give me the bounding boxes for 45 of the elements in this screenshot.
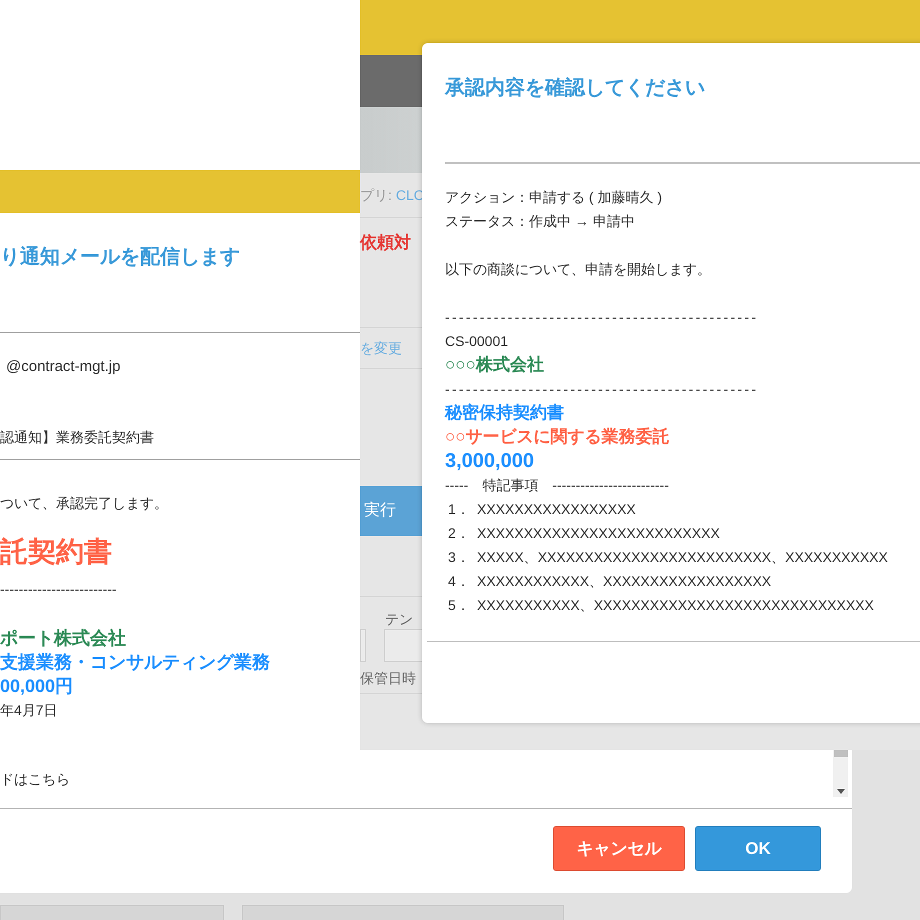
scroll-down-icon[interactable]: [836, 789, 844, 794]
service-name: ○○サービスに関する業務委託: [445, 426, 671, 448]
separator-text: ---------------------------------------------: [445, 380, 760, 399]
service-name: 支援業務・コンサルティング業務: [0, 651, 271, 674]
document-title: 託契約書: [0, 535, 113, 569]
change-link[interactable]: を変更: [360, 338, 402, 358]
scrollbar[interactable]: [833, 750, 848, 797]
dialog-title: 承認内容を確認してください: [445, 76, 706, 101]
message-text: 以下の商談について、申請を開始します。: [445, 260, 712, 279]
separator-text: ---------------------------------------------: [445, 308, 760, 327]
case-id: CS-00001: [445, 332, 510, 351]
cancel-button[interactable]: キャンセル: [553, 826, 685, 871]
input-field[interactable]: [384, 629, 424, 662]
template-label: テン: [385, 610, 413, 629]
item-number: 5．: [448, 596, 471, 615]
dialog-title: り通知メールを配信します: [0, 245, 241, 269]
input-field[interactable]: [360, 629, 366, 662]
separator-text: -------------------------: [0, 580, 118, 599]
link-text: ドはこちら: [0, 770, 71, 789]
scroll-thumb[interactable]: [834, 750, 848, 757]
note-item: XXXXXXXXXXXXXXXXXXXXXXXXXX: [477, 524, 720, 543]
item-number: 1．: [448, 500, 471, 519]
document-name: 秘密保持契約書: [445, 402, 565, 424]
company-name: ポート株式会社: [0, 627, 127, 650]
note-item: XXXXXXXXXXX、XXXXXXXXXXXXXXXXXXXXXXXXXXXXXX: [477, 596, 874, 615]
contract-date: 年4月7日: [0, 701, 59, 720]
sender-address: @contract-mgt.jp: [5, 357, 122, 377]
note-item: XXXXXXXXXXXX、XXXXXXXXXXXXXXXXXX: [477, 572, 772, 591]
section-heading: 依頼対: [360, 232, 412, 254]
mail-subject: 認通知】業務委託契約書: [0, 428, 155, 447]
contract-amount: 00,000円: [0, 675, 74, 698]
item-number: 3．: [448, 548, 471, 567]
note-item: XXXXXXXXXXXXXXXXX: [477, 500, 636, 519]
item-number: 4．: [448, 572, 471, 591]
company-name: ○○○株式会社: [445, 354, 545, 376]
ok-button[interactable]: OK: [695, 826, 821, 871]
mail-body-text: ついて、承認完了します。: [0, 494, 169, 513]
storage-label: 保管日時: [360, 669, 416, 688]
item-number: 2．: [448, 524, 471, 543]
note-item: XXXXX、XXXXXXXXXXXXXXXXXXXXXXXXX、XXXXXXXXXXX: [477, 548, 888, 567]
action-text: アクション：申請する ( 加藤晴久 ): [445, 188, 663, 207]
notes-heading: ----- 特記事項 -------------------------: [445, 476, 670, 495]
status-text: ステータス：作成中 → 申請中: [445, 212, 636, 231]
contract-amount: 3,000,000: [445, 449, 535, 473]
app-label: プリ:: [360, 186, 392, 204]
